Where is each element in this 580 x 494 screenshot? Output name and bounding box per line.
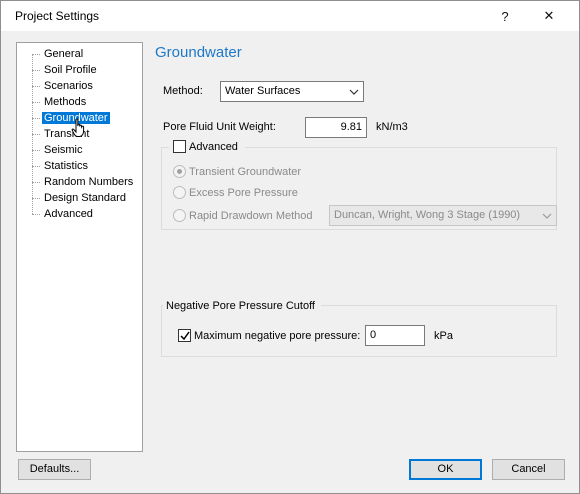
method-select[interactable]: Water Surfaces [220, 81, 364, 102]
advanced-label: Advanced [189, 141, 238, 153]
settings-nav-tree[interactable]: General Soil Profile Scenarios Methods G… [16, 42, 143, 452]
drawdown-method-select[interactable]: Duncan, Wright, Wong 3 Stage (1990) [329, 205, 557, 226]
project-settings-dialog: Project Settings ? ✕ General Soil Profil… [0, 0, 580, 494]
rapid-drawdown-label: Rapid Drawdown Method [189, 210, 313, 222]
radio-rapid-drawdown[interactable] [173, 209, 186, 222]
max-negative-pressure-unit: kPa [434, 330, 453, 342]
nav-item-methods[interactable]: Methods [32, 94, 88, 110]
nav-item-general[interactable]: General [32, 46, 85, 62]
nav-item-scenarios[interactable]: Scenarios [32, 78, 95, 94]
nav-item-statistics[interactable]: Statistics [32, 158, 90, 174]
method-label: Method: [163, 85, 203, 97]
nav-item-advanced[interactable]: Advanced [32, 206, 95, 222]
nav-item-random-numbers[interactable]: Random Numbers [32, 174, 135, 190]
drawdown-method-value: Duncan, Wright, Wong 3 Stage (1990) [334, 209, 521, 221]
max-negative-pressure-input[interactable]: 0 [365, 325, 425, 346]
hand-cursor-icon [71, 118, 85, 137]
unit-weight-label: Pore Fluid Unit Weight: [163, 121, 276, 133]
nav-item-soil-profile[interactable]: Soil Profile [32, 62, 99, 78]
cutoff-group-label: Negative Pore Pressure Cutoff [166, 300, 315, 312]
cancel-button[interactable]: Cancel [492, 459, 565, 480]
advanced-checkbox[interactable] [173, 140, 186, 153]
max-negative-pressure-label: Maximum negative pore pressure: [194, 330, 361, 342]
title-bar: Project Settings ? ✕ [1, 1, 579, 31]
dialog-title: Project Settings [15, 9, 100, 23]
radio-excess-pore-pressure[interactable] [173, 186, 186, 199]
radio-transient-groundwater[interactable] [173, 165, 186, 178]
check-icon [180, 331, 190, 341]
close-button[interactable]: ✕ [527, 1, 571, 31]
help-button[interactable]: ? [483, 1, 527, 31]
ok-button[interactable]: OK [409, 459, 482, 480]
unit-weight-unit: kN/m3 [376, 121, 408, 133]
method-value: Water Surfaces [225, 85, 301, 97]
max-negative-pressure-checkbox[interactable] [178, 329, 191, 342]
close-icon: ✕ [543, 8, 555, 23]
nav-item-design-standard[interactable]: Design Standard [32, 190, 128, 206]
chevron-down-icon [349, 89, 359, 95]
panel-title: Groundwater [155, 44, 242, 61]
help-icon: ? [501, 8, 509, 24]
defaults-button[interactable]: Defaults... [18, 459, 91, 480]
nav-item-seismic[interactable]: Seismic [32, 142, 85, 158]
excess-pore-pressure-label: Excess Pore Pressure [189, 187, 298, 199]
transient-groundwater-label: Transient Groundwater [189, 166, 302, 178]
unit-weight-input[interactable]: 9.81 [305, 117, 367, 138]
chevron-down-icon [542, 213, 552, 219]
